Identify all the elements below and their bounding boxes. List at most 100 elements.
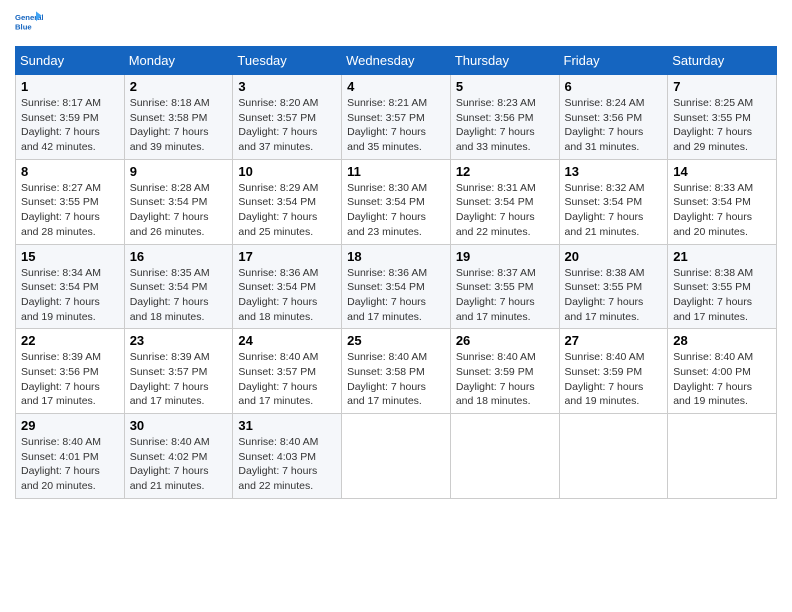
day-number: 15 (21, 249, 119, 264)
calendar-cell: 15 Sunrise: 8:34 AMSunset: 3:54 PMDaylig… (16, 244, 125, 329)
calendar-cell (668, 414, 777, 499)
calendar-week-row: 22 Sunrise: 8:39 AMSunset: 3:56 PMDaylig… (16, 329, 777, 414)
day-info: Sunrise: 8:25 AMSunset: 3:55 PMDaylight:… (673, 97, 753, 153)
day-info: Sunrise: 8:39 AMSunset: 3:57 PMDaylight:… (130, 351, 210, 407)
day-number: 13 (565, 164, 663, 179)
calendar-cell (559, 414, 668, 499)
day-info: Sunrise: 8:40 AMSunset: 4:01 PMDaylight:… (21, 436, 101, 492)
day-info: Sunrise: 8:18 AMSunset: 3:58 PMDaylight:… (130, 97, 210, 153)
day-number: 27 (565, 333, 663, 348)
day-number: 21 (673, 249, 771, 264)
day-info: Sunrise: 8:40 AMSunset: 3:59 PMDaylight:… (565, 351, 645, 407)
day-info: Sunrise: 8:39 AMSunset: 3:56 PMDaylight:… (21, 351, 101, 407)
calendar-cell: 7 Sunrise: 8:25 AMSunset: 3:55 PMDayligh… (668, 75, 777, 160)
day-number: 31 (238, 418, 336, 433)
calendar-cell: 28 Sunrise: 8:40 AMSunset: 4:00 PMDaylig… (668, 329, 777, 414)
day-info: Sunrise: 8:40 AMSunset: 3:58 PMDaylight:… (347, 351, 427, 407)
day-info: Sunrise: 8:17 AMSunset: 3:59 PMDaylight:… (21, 97, 101, 153)
weekday-header: Friday (559, 47, 668, 75)
calendar-cell: 6 Sunrise: 8:24 AMSunset: 3:56 PMDayligh… (559, 75, 668, 160)
day-number: 29 (21, 418, 119, 433)
calendar-cell (342, 414, 451, 499)
calendar-cell: 11 Sunrise: 8:30 AMSunset: 3:54 PMDaylig… (342, 159, 451, 244)
calendar-header: SundayMondayTuesdayWednesdayThursdayFrid… (16, 47, 777, 75)
logo-icon: General Blue (15, 10, 43, 38)
weekday-header: Wednesday (342, 47, 451, 75)
day-number: 1 (21, 79, 119, 94)
day-number: 5 (456, 79, 554, 94)
day-info: Sunrise: 8:37 AMSunset: 3:55 PMDaylight:… (456, 267, 536, 323)
day-info: Sunrise: 8:29 AMSunset: 3:54 PMDaylight:… (238, 182, 318, 238)
calendar-week-row: 29 Sunrise: 8:40 AMSunset: 4:01 PMDaylig… (16, 414, 777, 499)
day-number: 14 (673, 164, 771, 179)
day-info: Sunrise: 8:20 AMSunset: 3:57 PMDaylight:… (238, 97, 318, 153)
calendar-week-row: 1 Sunrise: 8:17 AMSunset: 3:59 PMDayligh… (16, 75, 777, 160)
calendar-cell: 24 Sunrise: 8:40 AMSunset: 3:57 PMDaylig… (233, 329, 342, 414)
day-info: Sunrise: 8:30 AMSunset: 3:54 PMDaylight:… (347, 182, 427, 238)
calendar-cell: 1 Sunrise: 8:17 AMSunset: 3:59 PMDayligh… (16, 75, 125, 160)
day-info: Sunrise: 8:38 AMSunset: 3:55 PMDaylight:… (565, 267, 645, 323)
calendar-cell: 5 Sunrise: 8:23 AMSunset: 3:56 PMDayligh… (450, 75, 559, 160)
day-info: Sunrise: 8:34 AMSunset: 3:54 PMDaylight:… (21, 267, 101, 323)
calendar-week-row: 8 Sunrise: 8:27 AMSunset: 3:55 PMDayligh… (16, 159, 777, 244)
calendar-cell: 30 Sunrise: 8:40 AMSunset: 4:02 PMDaylig… (124, 414, 233, 499)
day-info: Sunrise: 8:36 AMSunset: 3:54 PMDaylight:… (238, 267, 318, 323)
calendar-cell: 29 Sunrise: 8:40 AMSunset: 4:01 PMDaylig… (16, 414, 125, 499)
calendar-cell: 14 Sunrise: 8:33 AMSunset: 3:54 PMDaylig… (668, 159, 777, 244)
day-number: 17 (238, 249, 336, 264)
calendar-cell: 18 Sunrise: 8:36 AMSunset: 3:54 PMDaylig… (342, 244, 451, 329)
day-info: Sunrise: 8:36 AMSunset: 3:54 PMDaylight:… (347, 267, 427, 323)
day-number: 22 (21, 333, 119, 348)
day-number: 19 (456, 249, 554, 264)
day-number: 9 (130, 164, 228, 179)
calendar-cell: 3 Sunrise: 8:20 AMSunset: 3:57 PMDayligh… (233, 75, 342, 160)
day-info: Sunrise: 8:40 AMSunset: 3:59 PMDaylight:… (456, 351, 536, 407)
calendar-cell: 13 Sunrise: 8:32 AMSunset: 3:54 PMDaylig… (559, 159, 668, 244)
day-info: Sunrise: 8:40 AMSunset: 3:57 PMDaylight:… (238, 351, 318, 407)
day-number: 25 (347, 333, 445, 348)
day-number: 30 (130, 418, 228, 433)
day-info: Sunrise: 8:21 AMSunset: 3:57 PMDaylight:… (347, 97, 427, 153)
calendar-table: SundayMondayTuesdayWednesdayThursdayFrid… (15, 46, 777, 499)
calendar-week-row: 15 Sunrise: 8:34 AMSunset: 3:54 PMDaylig… (16, 244, 777, 329)
weekday-header: Sunday (16, 47, 125, 75)
day-number: 11 (347, 164, 445, 179)
calendar-cell: 4 Sunrise: 8:21 AMSunset: 3:57 PMDayligh… (342, 75, 451, 160)
calendar-cell: 20 Sunrise: 8:38 AMSunset: 3:55 PMDaylig… (559, 244, 668, 329)
day-info: Sunrise: 8:40 AMSunset: 4:02 PMDaylight:… (130, 436, 210, 492)
svg-text:Blue: Blue (15, 23, 32, 32)
calendar-cell (450, 414, 559, 499)
day-number: 7 (673, 79, 771, 94)
day-number: 4 (347, 79, 445, 94)
day-info: Sunrise: 8:24 AMSunset: 3:56 PMDaylight:… (565, 97, 645, 153)
day-number: 6 (565, 79, 663, 94)
day-info: Sunrise: 8:40 AMSunset: 4:00 PMDaylight:… (673, 351, 753, 407)
day-info: Sunrise: 8:28 AMSunset: 3:54 PMDaylight:… (130, 182, 210, 238)
calendar-cell: 17 Sunrise: 8:36 AMSunset: 3:54 PMDaylig… (233, 244, 342, 329)
page-header: General Blue (15, 10, 777, 38)
logo: General Blue (15, 10, 43, 38)
day-number: 12 (456, 164, 554, 179)
calendar-cell: 26 Sunrise: 8:40 AMSunset: 3:59 PMDaylig… (450, 329, 559, 414)
day-number: 16 (130, 249, 228, 264)
day-number: 3 (238, 79, 336, 94)
day-number: 26 (456, 333, 554, 348)
day-number: 28 (673, 333, 771, 348)
weekday-header: Tuesday (233, 47, 342, 75)
calendar-cell: 16 Sunrise: 8:35 AMSunset: 3:54 PMDaylig… (124, 244, 233, 329)
day-number: 20 (565, 249, 663, 264)
calendar-cell: 21 Sunrise: 8:38 AMSunset: 3:55 PMDaylig… (668, 244, 777, 329)
day-number: 24 (238, 333, 336, 348)
calendar-cell: 22 Sunrise: 8:39 AMSunset: 3:56 PMDaylig… (16, 329, 125, 414)
calendar-cell: 19 Sunrise: 8:37 AMSunset: 3:55 PMDaylig… (450, 244, 559, 329)
calendar-cell: 12 Sunrise: 8:31 AMSunset: 3:54 PMDaylig… (450, 159, 559, 244)
day-info: Sunrise: 8:32 AMSunset: 3:54 PMDaylight:… (565, 182, 645, 238)
calendar-cell: 23 Sunrise: 8:39 AMSunset: 3:57 PMDaylig… (124, 329, 233, 414)
calendar-cell: 31 Sunrise: 8:40 AMSunset: 4:03 PMDaylig… (233, 414, 342, 499)
weekday-header: Thursday (450, 47, 559, 75)
day-info: Sunrise: 8:27 AMSunset: 3:55 PMDaylight:… (21, 182, 101, 238)
calendar-cell: 27 Sunrise: 8:40 AMSunset: 3:59 PMDaylig… (559, 329, 668, 414)
day-info: Sunrise: 8:33 AMSunset: 3:54 PMDaylight:… (673, 182, 753, 238)
day-number: 18 (347, 249, 445, 264)
day-number: 23 (130, 333, 228, 348)
